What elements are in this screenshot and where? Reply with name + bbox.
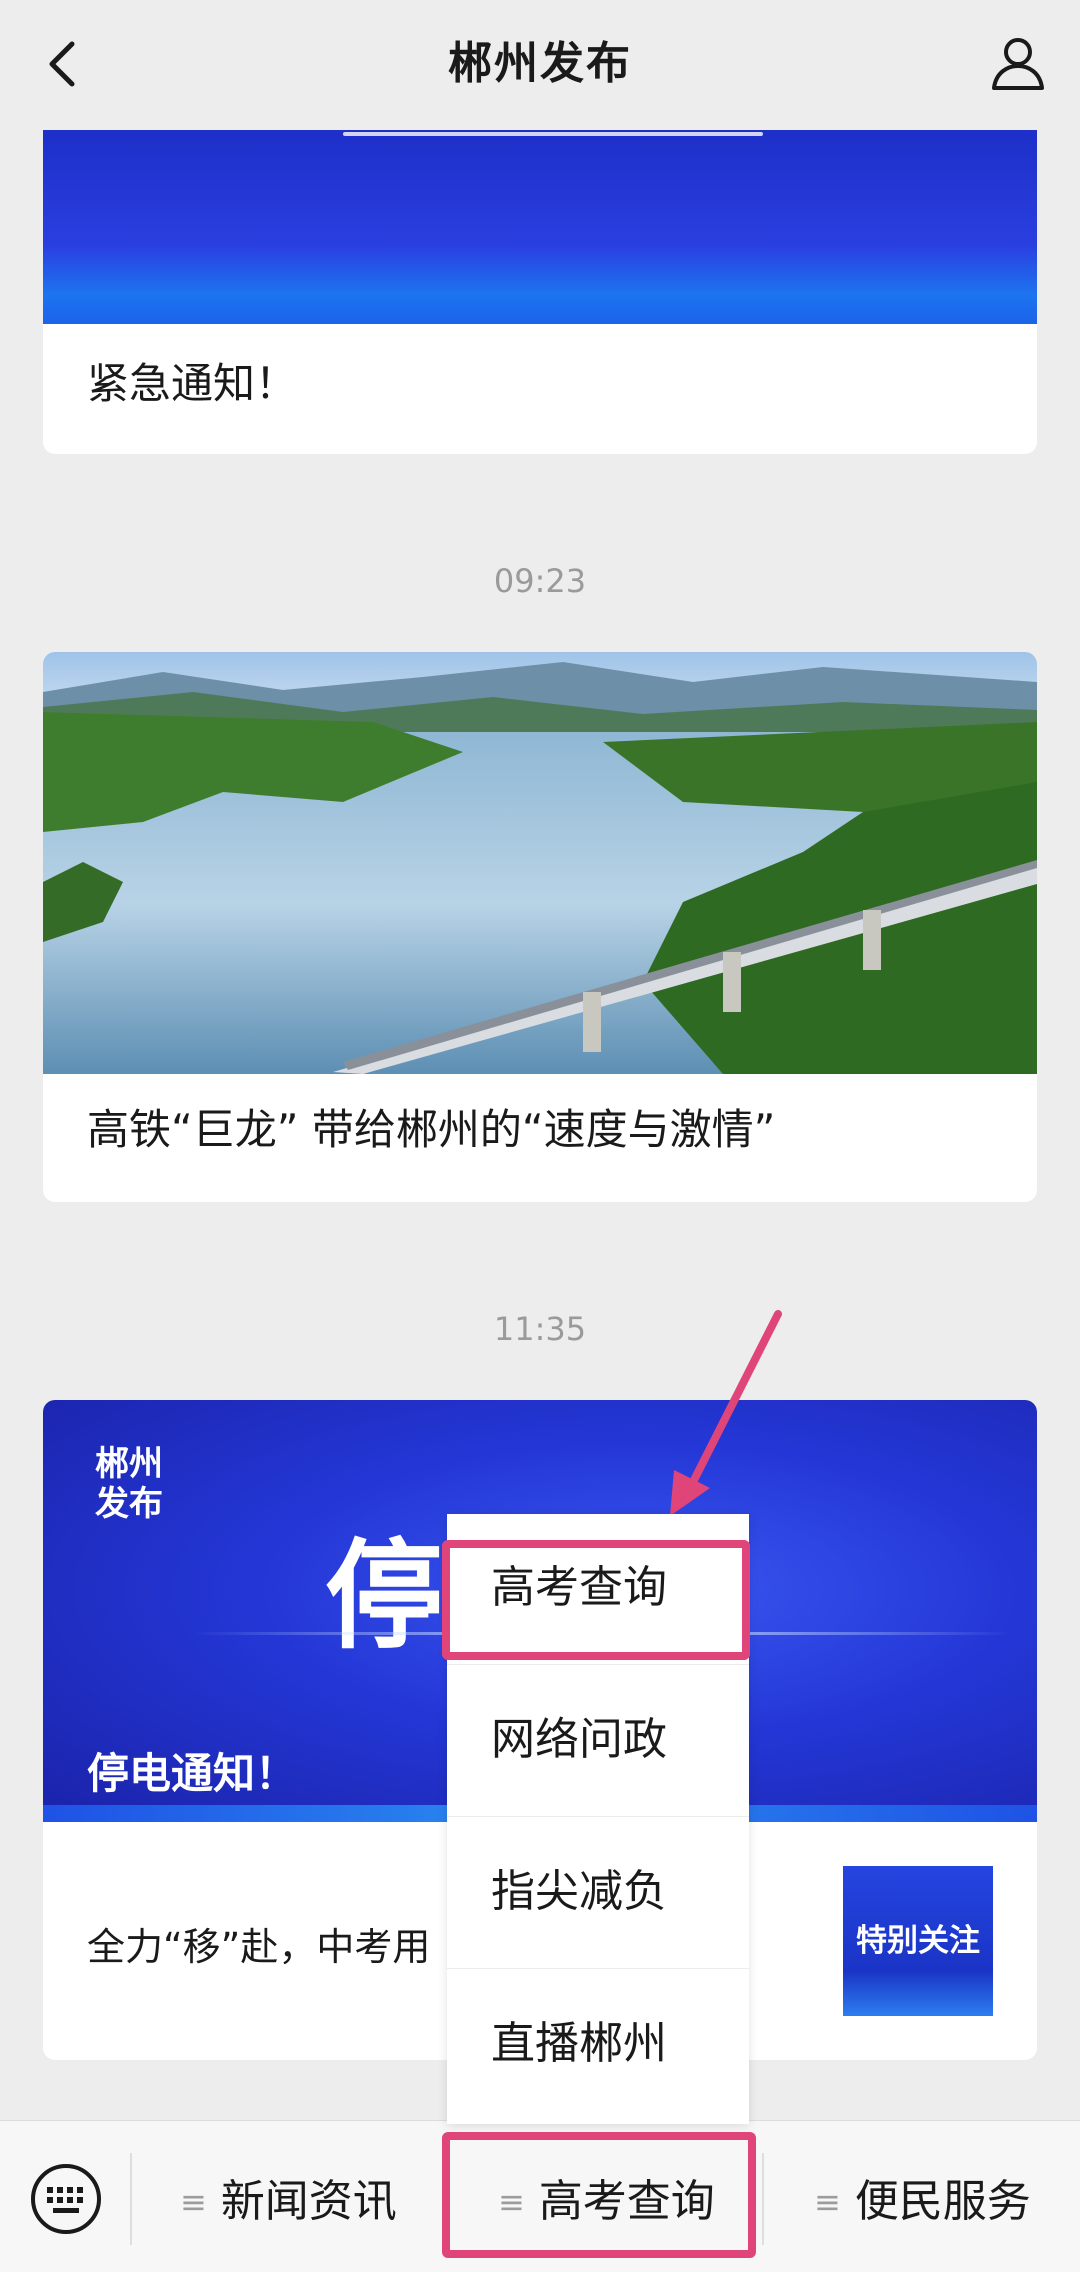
- highlight-box: [442, 1540, 750, 1660]
- submenu-item-online-politics[interactable]: 网络问政: [447, 1666, 749, 1817]
- menu-lines-icon: ≡: [180, 2183, 207, 2221]
- tab-news[interactable]: ≡ 新闻资讯: [180, 2165, 397, 2235]
- sub-article-thumbnail[interactable]: 特别关注: [843, 1866, 993, 2016]
- divider: [762, 2153, 764, 2245]
- page-title: 郴州发布: [448, 38, 632, 89]
- sub-article-title[interactable]: 全力“移”赴，中考用: [87, 1916, 430, 1971]
- highlight-box: [442, 2132, 756, 2258]
- menu-lines-icon: ≡: [814, 2183, 841, 2221]
- keyboard-icon[interactable]: [28, 2161, 104, 2237]
- article-card[interactable]: 紧急通知！: [43, 128, 1037, 454]
- article-banner: [43, 128, 1037, 324]
- brand-logo: 郴州 发布: [95, 1444, 163, 1524]
- top-nav-bar: 郴州发布: [0, 0, 1080, 130]
- message-timestamp: 11:35: [493, 1310, 587, 1348]
- banner-glow: [343, 132, 763, 136]
- banner-caption: 停电通知！: [87, 1749, 298, 1798]
- article-photo: [43, 652, 1037, 1074]
- submenu-item-fingertip-burden-reduction[interactable]: 指尖减负: [447, 1818, 749, 1969]
- article-title: 紧急通知！: [87, 359, 298, 408]
- submenu-item-live-chenzhou[interactable]: 直播郴州: [447, 1970, 749, 2120]
- article-title: 高铁“巨龙” 带给郴州的“速度与激情”: [87, 1105, 776, 1154]
- banner-headline: 停: [325, 1527, 444, 1665]
- article-card[interactable]: 高铁“巨龙” 带给郴州的“速度与激情”: [43, 652, 1037, 1202]
- divider: [130, 2153, 132, 2245]
- tab-public-services[interactable]: ≡ 便民服务: [814, 2165, 1031, 2235]
- annotation-arrow-icon: [670, 1310, 782, 1516]
- message-timestamp: 09:23: [493, 562, 587, 600]
- profile-icon[interactable]: [986, 30, 1050, 94]
